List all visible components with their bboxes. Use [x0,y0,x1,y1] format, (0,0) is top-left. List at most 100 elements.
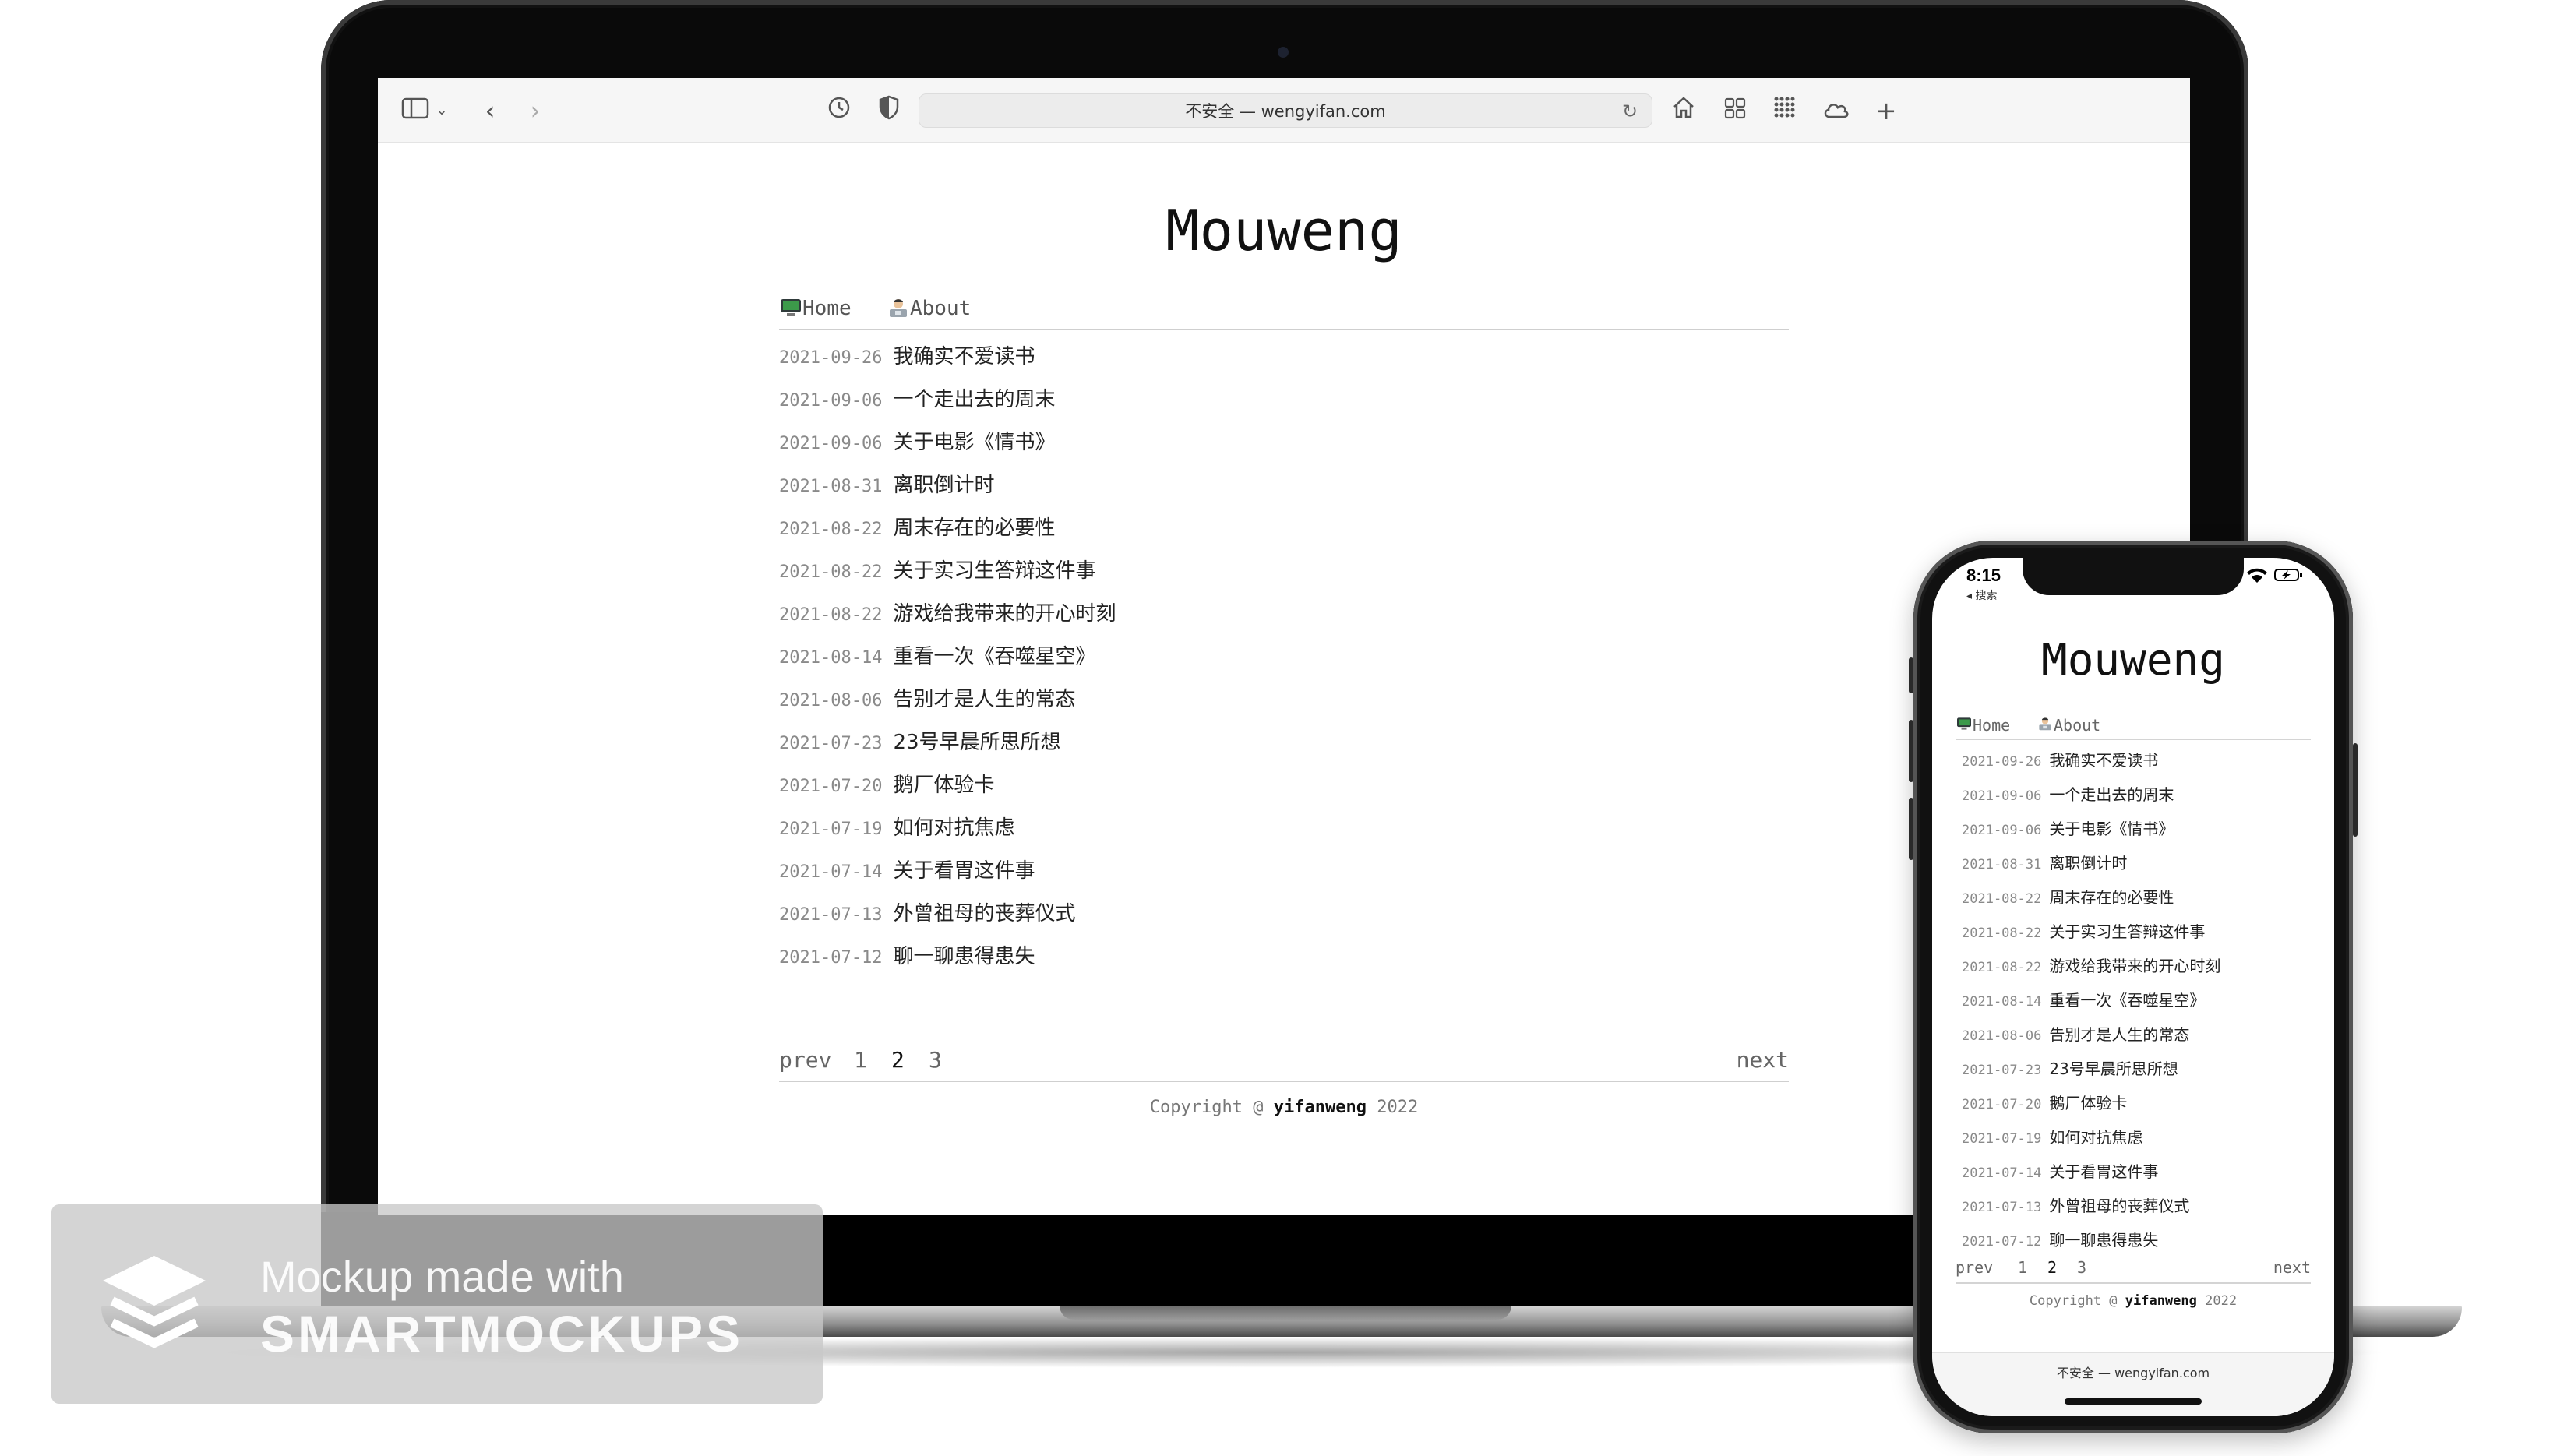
sidebar-icon[interactable] [400,95,431,126]
post-date: 2021-07-23 [779,734,883,753]
post-item[interactable]: 2021-09-06 关于电影《情书》 [779,424,1789,461]
post-title[interactable]: 告别才是人生的常态 [2049,1025,2189,1044]
footer-author-link[interactable]: yifanweng [2125,1293,2197,1309]
history-icon[interactable] [823,95,855,126]
chevron-down-icon[interactable]: ⌄ [432,95,451,126]
post-title[interactable]: 周末存在的必要性 [2049,888,2174,907]
post-item[interactable]: 2021-09-06 一个走出去的周末 [779,381,1789,418]
post-item[interactable]: 2021-07-13 外曾祖母的丧葬仪式 [779,895,1789,932]
page-link-2-current[interactable]: 2 [891,1043,905,1077]
post-item[interactable]: 2021-08-31 离职倒计时 [779,467,1789,504]
back-icon[interactable]: ‹ [478,95,503,126]
shield-icon[interactable] [873,95,905,126]
forward-icon[interactable]: › [523,95,548,126]
plus-icon[interactable]: + [1871,95,1902,126]
next-link[interactable]: next [1737,1043,1789,1077]
post-item[interactable]: 2021-08-22 关于实习生答辩这件事 [1962,916,2320,947]
prev-link[interactable]: prev [1956,1256,1993,1279]
home-icon[interactable] [1668,95,1699,126]
post-date: 2021-08-22 [1962,960,2042,975]
post-title[interactable]: 一个走出去的周末 [2049,785,2174,804]
post-item[interactable]: 2021-09-06 关于电影《情书》 [1962,813,2320,844]
post-item[interactable]: 2021-07-12 聊一聊患得患失 [1962,1225,2320,1256]
post-date: 2021-08-06 [779,691,883,710]
post-item[interactable]: 2021-09-06 一个走出去的周末 [1962,779,2320,810]
post-date: 2021-09-26 [1962,754,2042,770]
post-title[interactable]: 我确实不爱读书 [2049,751,2158,770]
post-title[interactable]: 重看一次《吞噬星空》 [893,645,1095,668]
watermark-line1: Mockup made with [260,1252,624,1301]
post-title[interactable]: 聊一聊患得患失 [893,945,1035,968]
page-link-2-current[interactable]: 2 [2047,1256,2057,1279]
tab-overview-icon[interactable] [1719,95,1751,126]
nav-item-home[interactable]: Home [779,291,852,326]
post-title[interactable]: 一个走出去的周末 [893,388,1055,411]
post-title[interactable]: 游戏给我带来的开心时刻 [2049,957,2220,975]
post-title[interactable]: 如何对抗焦虑 [2049,1128,2142,1147]
post-title[interactable]: 周末存在的必要性 [893,516,1055,540]
phone-address-bar[interactable]: 不安全 — wengyifan.com [1932,1352,2334,1416]
post-item[interactable]: 2021-08-22 周末存在的必要性 [779,509,1789,547]
post-title[interactable]: 游戏给我带来的开心时刻 [893,602,1116,626]
post-title[interactable]: 鹅厂体验卡 [2049,1094,2127,1112]
reload-icon[interactable]: ↻ [1617,99,1642,124]
nav-item-about[interactable]: About [887,291,971,326]
grid-icon[interactable] [1769,95,1800,126]
next-link[interactable]: next [2273,1256,2311,1279]
cloud-icon[interactable] [1819,95,1853,126]
post-title[interactable]: 如何对抗焦虑 [893,816,1014,840]
post-title[interactable]: 关于电影《情书》 [2049,820,2174,838]
post-title[interactable]: 外曾祖母的丧葬仪式 [893,902,1075,925]
post-title[interactable]: 离职倒计时 [893,474,994,497]
page-link-1[interactable]: 1 [2018,1256,2027,1279]
post-title[interactable]: 关于实习生答辩这件事 [2049,922,2205,941]
post-title[interactable]: 关于看胃这件事 [893,859,1035,883]
post-title[interactable]: 23号早晨所思所想 [2049,1059,2178,1078]
post-item[interactable]: 2021-08-22 关于实习生答辩这件事 [779,552,1789,590]
post-item[interactable]: 2021-07-14 关于看胃这件事 [779,852,1789,890]
post-item[interactable]: 2021-08-06 告别才是人生的常态 [779,681,1789,718]
post-item[interactable]: 2021-08-14 重看一次《吞噬星空》 [779,638,1789,675]
post-item[interactable]: 2021-08-06 告别才是人生的常态 [1962,1019,2320,1050]
post-item[interactable]: 2021-07-23 23号早晨所思所想 [1962,1053,2320,1084]
home-indicator [2065,1398,2202,1405]
phone-nav-item-about[interactable]: About [2037,714,2100,737]
phone-nav-home-label: Home [1973,716,2011,735]
page-link-3[interactable]: 3 [929,1043,942,1077]
post-title[interactable]: 聊一聊患得患失 [2049,1231,2158,1250]
post-item[interactable]: 2021-07-23 23号早晨所思所想 [779,724,1789,761]
post-title[interactable]: 23号早晨所思所想 [893,731,1060,754]
page-link-1[interactable]: 1 [854,1043,867,1077]
post-item[interactable]: 2021-08-22 周末存在的必要性 [1962,882,2320,913]
post-item[interactable]: 2021-07-12 聊一聊患得患失 [779,938,1789,975]
post-title[interactable]: 关于实习生答辩这件事 [893,559,1095,583]
post-item[interactable]: 2021-08-14 重看一次《吞噬星空》 [1962,985,2320,1016]
post-item[interactable]: 2021-08-22 游戏给我带来的开心时刻 [1962,950,2320,982]
phone-nav-item-home[interactable]: Home [1956,714,2010,737]
post-title[interactable]: 关于电影《情书》 [893,431,1055,454]
post-title[interactable]: 外曾祖母的丧葬仪式 [2049,1197,2189,1215]
post-item[interactable]: 2021-09-26 我确实不爱读书 [1962,745,2320,776]
post-item[interactable]: 2021-07-13 外曾祖母的丧葬仪式 [1962,1190,2320,1222]
post-title[interactable]: 离职倒计时 [2049,854,2127,873]
page-link-3[interactable]: 3 [2077,1256,2086,1279]
post-title[interactable]: 鹅厂体验卡 [893,774,994,797]
post-item[interactable]: 2021-07-19 如何对抗焦虑 [779,809,1789,847]
post-item[interactable]: 2021-08-31 离职倒计时 [1962,848,2320,879]
phone-back-link[interactable]: ◂ 搜索 [1966,587,1997,603]
post-title[interactable]: 重看一次《吞噬星空》 [2049,991,2205,1010]
post-item[interactable]: 2021-09-26 我确实不爱读书 [779,338,1789,375]
phone-side-button [1909,798,1913,860]
post-item[interactable]: 2021-07-20 鹅厂体验卡 [1962,1088,2320,1119]
footer-author-link[interactable]: yifanweng [1274,1098,1367,1117]
post-item[interactable]: 2021-07-19 如何对抗焦虑 [1962,1122,2320,1153]
post-item[interactable]: 2021-07-14 关于看胃这件事 [1962,1156,2320,1187]
post-item[interactable]: 2021-07-20 鹅厂体验卡 [779,767,1789,804]
post-item[interactable]: 2021-08-22 游戏给我带来的开心时刻 [779,595,1789,633]
prev-link[interactable]: prev [779,1043,831,1077]
post-title[interactable]: 关于看胃这件事 [2049,1162,2158,1181]
computer-icon [1956,716,1973,735]
post-title[interactable]: 我确实不爱读书 [893,345,1035,368]
post-title[interactable]: 告别才是人生的常态 [893,688,1075,711]
address-bar[interactable]: 不安全 — wengyifan.com ↻ [919,93,1652,128]
